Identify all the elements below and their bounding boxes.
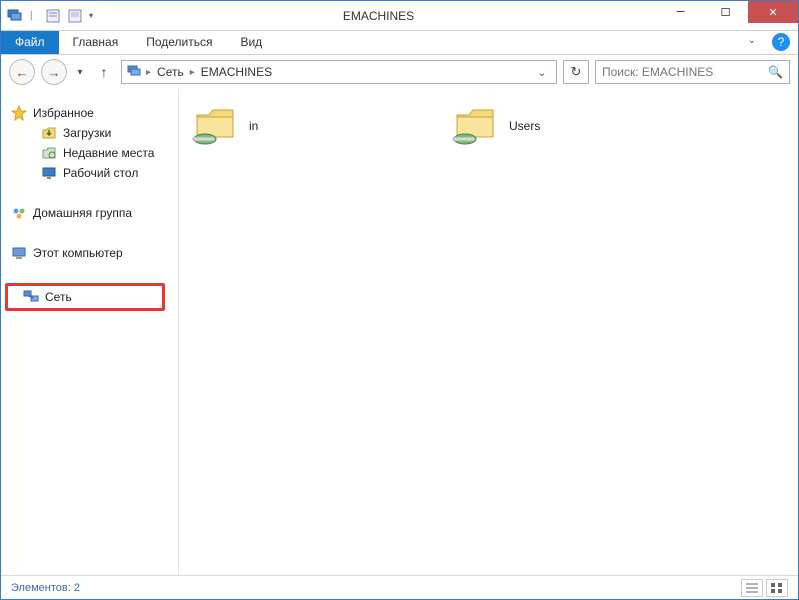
computer-icon [11,245,27,261]
properties-icon[interactable] [45,8,61,24]
close-button[interactable]: ✕ [748,1,798,23]
quick-access-toolbar: │ ▾ [1,8,99,24]
recent-places-icon [41,145,57,161]
content-area: in Users [179,89,798,575]
window-controls: ─ ☐ ✕ [658,1,798,30]
shared-folder-icon [191,105,239,147]
new-folder-icon[interactable] [67,8,83,24]
search-input[interactable] [602,65,768,79]
maximize-button[interactable]: ☐ [703,1,748,23]
shared-folder-item[interactable]: Users [451,105,691,147]
navigation-pane: Избранное Загрузки Недавние места Рабочи… [1,89,179,575]
sidebar-item-label: Избранное [33,106,94,120]
forward-button[interactable]: → [41,59,67,85]
star-icon [11,105,27,121]
sidebar-item-label: Рабочий стол [63,166,138,180]
breadcrumb-network[interactable]: Сеть [155,65,186,79]
large-icons-view-button[interactable] [766,579,788,597]
back-button[interactable]: ← [9,59,35,85]
network-computer-icon [7,8,23,24]
folder-name: Users [509,119,540,133]
up-button[interactable]: ↑ [93,61,115,83]
sidebar-desktop[interactable]: Рабочий стол [5,163,174,183]
sidebar-network[interactable]: Сеть [5,283,165,311]
minimize-button[interactable]: ─ [658,1,703,23]
search-box[interactable]: 🔍 [595,60,790,84]
ribbon-minimize-icon[interactable]: ⌄ [740,31,764,54]
sidebar-item-label: Недавние места [63,146,154,160]
sidebar-downloads[interactable]: Загрузки [5,123,174,143]
breadcrumb-sep-icon: ▸ [146,67,151,78]
history-dropdown-icon[interactable]: ▾ [73,62,87,82]
refresh-button[interactable]: ↻ [563,60,589,84]
network-icon [23,289,39,305]
desktop-icon [41,165,57,181]
sidebar-item-label: Сеть [45,290,72,304]
title-bar: │ ▾ EMACHINES ─ ☐ ✕ [1,1,798,31]
sidebar-item-label: Этот компьютер [33,246,123,260]
tab-share[interactable]: Поделиться [132,31,226,54]
sidebar-computer[interactable]: Этот компьютер [5,243,174,263]
breadcrumb-sep-icon: ▸ [190,67,195,78]
sidebar-item-label: Загрузки [63,126,111,140]
homegroup-icon [11,205,27,221]
tab-view[interactable]: Вид [226,31,276,54]
qat-separator: │ [29,11,39,20]
ribbon-tabs: Файл Главная Поделиться Вид ⌄ ? [1,31,798,55]
shared-folder-item[interactable]: in [191,105,431,147]
search-icon: 🔍 [768,65,783,79]
tab-file[interactable]: Файл [1,31,59,54]
address-dropdown-icon[interactable]: ⌄ [532,66,552,79]
breadcrumb-machine[interactable]: EMACHINES [199,65,274,79]
details-view-button[interactable] [741,579,763,597]
address-bar[interactable]: ▸ Сеть ▸ EMACHINES ⌄ [121,60,557,84]
status-bar: Элементов: 2 [1,575,798,599]
sidebar-item-label: Домашняя группа [33,206,132,220]
folder-name: in [249,119,258,133]
item-count: Элементов: 2 [11,582,80,594]
qat-dropdown-icon[interactable]: ▾ [89,11,99,20]
window-title: EMACHINES [99,9,658,23]
help-button[interactable]: ? [772,33,790,51]
downloads-icon [41,125,57,141]
sidebar-favorites[interactable]: Избранное [5,103,174,123]
tab-home[interactable]: Главная [59,31,133,54]
network-location-icon [126,63,142,82]
sidebar-recent[interactable]: Недавние места [5,143,174,163]
navigation-bar: ← → ▾ ↑ ▸ Сеть ▸ EMACHINES ⌄ ↻ 🔍 [1,55,798,89]
shared-folder-icon [451,105,499,147]
sidebar-homegroup[interactable]: Домашняя группа [5,203,174,223]
